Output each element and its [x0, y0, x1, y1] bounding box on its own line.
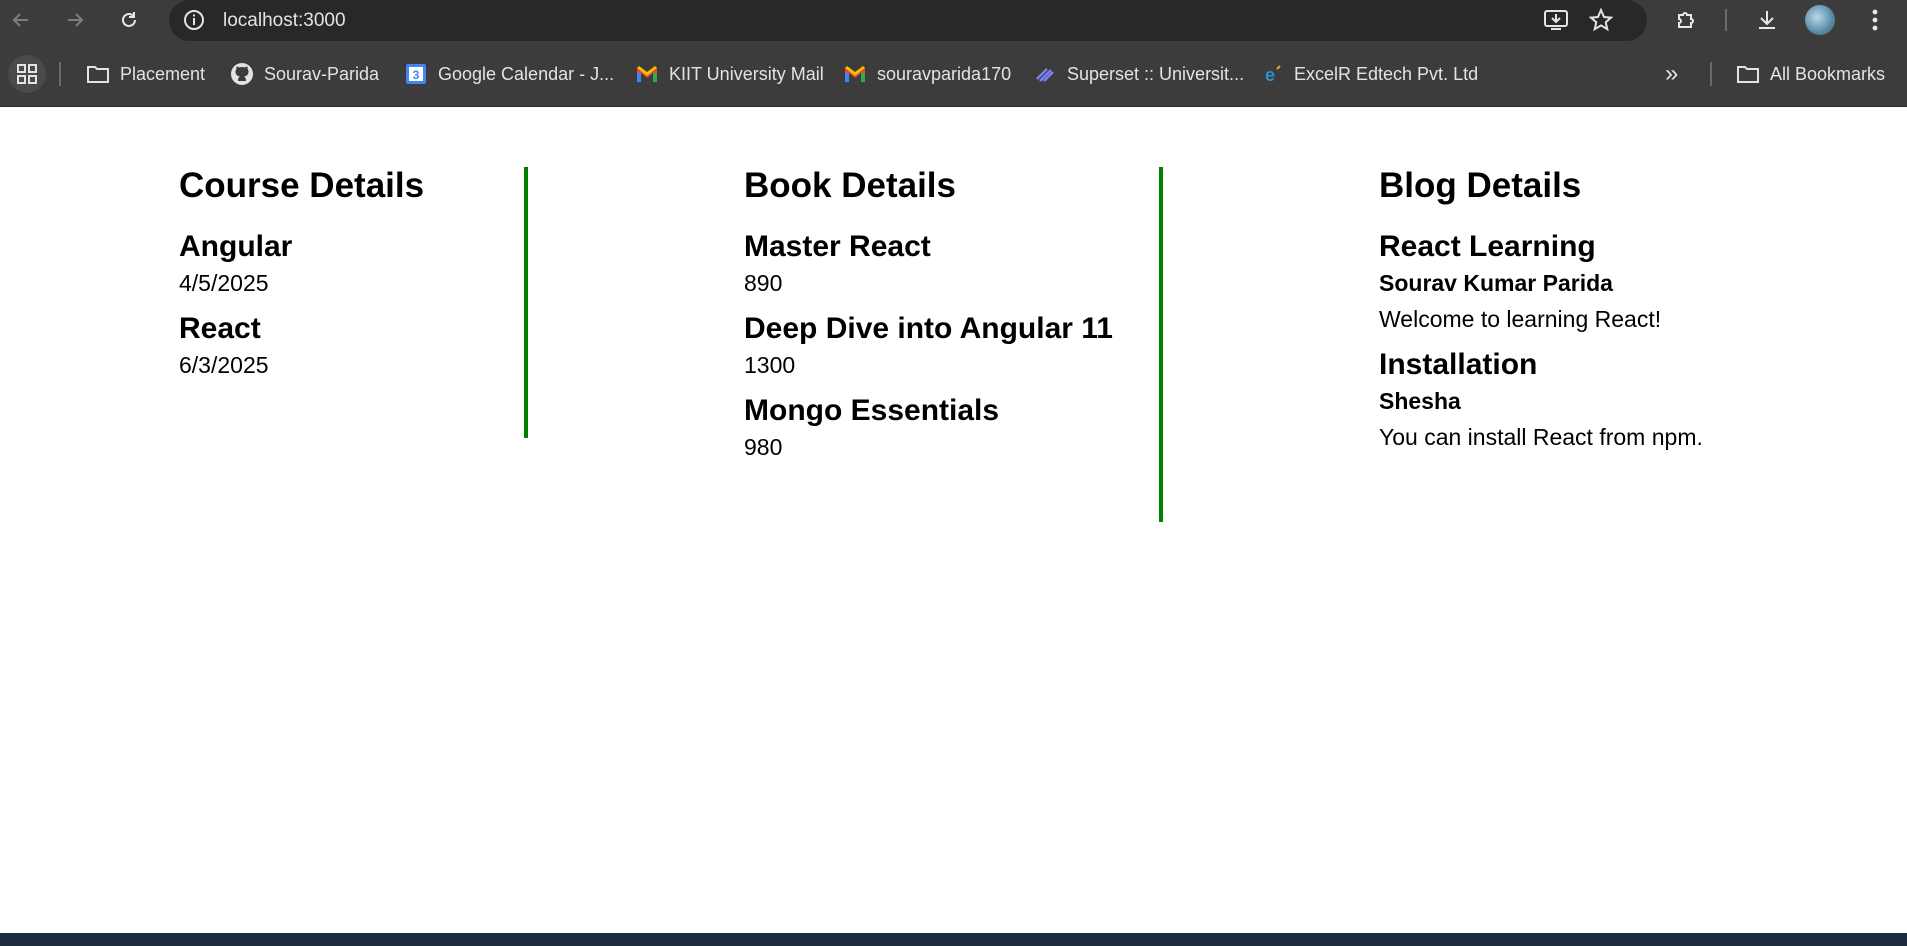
course-name: Angular — [179, 230, 293, 263]
blog-author: Sourav Kumar Parida — [1379, 270, 1613, 296]
avatar — [1805, 5, 1835, 35]
all-bookmarks-button[interactable]: All Bookmarks — [1736, 61, 1885, 87]
reload-icon — [122, 12, 136, 27]
bookmark-google-calendar[interactable]: 3 Google Calendar - J... — [404, 61, 614, 87]
blog-item: React Learning Sourav Kumar Parida Welco… — [1379, 229, 1703, 337]
book-details-title: Book Details — [744, 166, 956, 205]
back-arrow-icon — [12, 13, 28, 27]
back-button[interactable] — [1, 0, 41, 40]
course-item: React 6/3/2025 — [179, 311, 424, 383]
bookmarks-separator — [1710, 62, 1712, 86]
browser-menu-button[interactable] — [1855, 0, 1895, 40]
folder-icon — [1736, 62, 1760, 86]
book-name: Mongo Essentials — [744, 394, 1000, 427]
reload-button[interactable] — [109, 0, 149, 40]
install-app-icon[interactable] — [1543, 8, 1569, 37]
more-bookmarks-button[interactable]: » — [1665, 60, 1679, 87]
profile-avatar[interactable] — [1800, 0, 1840, 40]
puzzle-icon — [1678, 12, 1694, 28]
apps-button[interactable] — [8, 55, 46, 93]
book-item: Deep Dive into Angular 11 1300 — [744, 311, 1113, 383]
course-details-title: Course Details — [179, 166, 425, 205]
toolbar-separator — [1725, 9, 1727, 31]
bookmark-label: All Bookmarks — [1770, 63, 1886, 84]
excelr-icon: e — [1260, 62, 1284, 86]
bookmark-label: ExcelR Edtech Pvt. Ltd — [1294, 63, 1479, 84]
bookmarks-bar: Placement Sourav-Parida 3 Google Calenda… — [0, 49, 1907, 107]
address-bar[interactable]: localhost:3000 — [169, 0, 1647, 41]
page-content: Course Details Angular 4/5/2025 React 6/… — [0, 107, 1907, 933]
book-price: 890 — [744, 270, 783, 296]
gmail-icon — [843, 62, 867, 86]
blog-content: Welcome to learning React! — [1379, 306, 1662, 332]
google-calendar-icon: 3 — [404, 62, 428, 86]
blog-details-title: Blog Details — [1379, 166, 1582, 205]
bookmark-excelr[interactable]: e ExcelR Edtech Pvt. Ltd — [1260, 61, 1478, 87]
forward-button[interactable] — [55, 0, 95, 40]
site-info-icon[interactable] — [183, 9, 205, 36]
taskbar — [0, 933, 1907, 946]
svg-text:3: 3 — [413, 68, 420, 82]
url-text[interactable]: localhost:3000 — [223, 10, 346, 32]
section-divider — [524, 167, 528, 438]
course-name: React — [179, 312, 261, 345]
book-name: Deep Dive into Angular 11 — [744, 312, 1113, 345]
book-item: Mongo Essentials 980 — [744, 393, 1113, 465]
chevron-double-right-icon: » — [1665, 60, 1679, 87]
more-vert-icon — [1872, 9, 1878, 31]
bookmarks-separator — [59, 62, 61, 86]
blog-content: You can install React from npm. — [1379, 424, 1703, 450]
extensions-button[interactable] — [1667, 0, 1707, 40]
blog-title: Installation — [1379, 348, 1538, 381]
bookmark-github[interactable]: Sourav-Parida — [230, 61, 379, 87]
bookmark-star-icon[interactable] — [1588, 7, 1614, 37]
bookmark-label: Superset :: Universit... — [1067, 63, 1245, 84]
gmail-icon — [635, 62, 659, 86]
bookmark-superset[interactable]: Superset :: Universit... — [1033, 61, 1244, 87]
downloads-button[interactable] — [1747, 0, 1787, 40]
bookmark-label: Google Calendar - J... — [438, 63, 615, 84]
apps-grid-icon — [17, 64, 37, 84]
book-price: 980 — [744, 434, 783, 460]
download-icon — [1759, 11, 1775, 29]
course-item: Angular 4/5/2025 — [179, 229, 424, 301]
superset-icon — [1033, 62, 1057, 86]
blog-title: React Learning — [1379, 230, 1596, 263]
course-date: 6/3/2025 — [179, 352, 269, 378]
book-price: 1300 — [744, 352, 796, 378]
blog-author: Shesha — [1379, 388, 1461, 414]
browser-toolbar: localhost:3000 — [0, 0, 1907, 49]
blog-details-section: Blog Details React Learning Sourav Kumar… — [1379, 147, 1703, 465]
forward-arrow-icon — [68, 13, 84, 27]
bookmark-label: Sourav-Parida — [264, 63, 380, 84]
section-divider — [1159, 167, 1163, 522]
bookmark-kiit-mail[interactable]: KIIT University Mail — [635, 61, 824, 87]
bookmark-placement[interactable]: Placement — [86, 61, 205, 87]
bookmark-label: Placement — [120, 63, 206, 84]
book-item: Master React 890 — [744, 229, 1113, 301]
bookmark-label: KIIT University Mail — [669, 63, 824, 84]
bookmark-label: souravparida170 — [877, 63, 1012, 84]
github-icon — [230, 62, 254, 86]
bookmark-souravparida170[interactable]: souravparida170 — [843, 61, 1011, 87]
svg-text:e: e — [1265, 65, 1275, 85]
book-details-section: Book Details Master React 890 Deep Dive … — [744, 147, 1113, 475]
course-details-section: Course Details Angular 4/5/2025 React 6/… — [179, 147, 424, 393]
course-date: 4/5/2025 — [179, 270, 269, 296]
book-name: Master React — [744, 230, 931, 263]
blog-item: Installation Shesha You can install Reac… — [1379, 347, 1703, 455]
folder-icon — [86, 62, 110, 86]
